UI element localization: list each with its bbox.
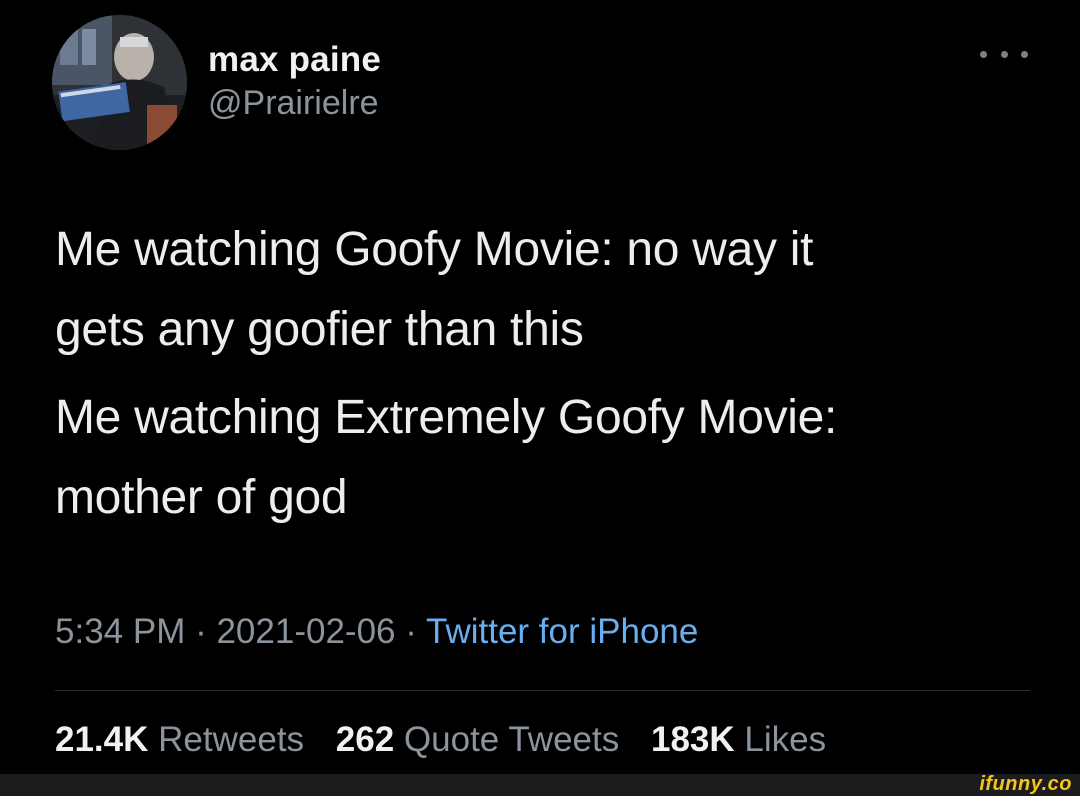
meta-separator: ·	[185, 612, 217, 651]
avatar-photo	[52, 15, 187, 150]
display-name[interactable]: max paine	[208, 40, 381, 80]
ifunny-watermark: ifunny.co	[979, 773, 1072, 795]
more-dot-icon	[1000, 50, 1008, 58]
tweet-time[interactable]: 5:34 PM	[55, 612, 185, 651]
tweet-line: Me watching Extremely Goofy Movie:	[55, 391, 838, 444]
tweet-meta: 5:34 PM · 2021-02-06 · Twitter for iPhon…	[55, 612, 698, 652]
quote-tweets-count: 262	[335, 720, 395, 759]
avatar[interactable]	[52, 15, 187, 150]
tweet-line: mother of god	[55, 471, 348, 524]
tweet-source-link[interactable]: Twitter for iPhone	[426, 612, 698, 651]
tweet-line: gets any goofier than this	[55, 303, 584, 356]
tweet-line: Me watching Goofy Movie: no way it	[55, 223, 814, 276]
tweet-text: Me watching Goofy Movie: no way it gets …	[55, 210, 1035, 538]
user-handle[interactable]: @Prairielre	[208, 84, 379, 123]
retweets-stat[interactable]: 21.4K Retweets	[55, 720, 304, 759]
quote-tweets-label: Quote Tweets	[403, 720, 620, 759]
quote-tweets-stat[interactable]: 262 Quote Tweets	[336, 720, 619, 759]
more-options-button[interactable]	[980, 42, 1028, 66]
retweets-count: 21.4K	[55, 720, 149, 759]
more-dot-icon	[980, 50, 987, 58]
meta-separator: ·	[395, 612, 426, 651]
tweet-stats: 21.4K Retweets 262 Quote Tweets 183K Lik…	[55, 720, 848, 760]
more-dot-icon	[1021, 50, 1028, 58]
footer-bar	[0, 774, 1080, 796]
likes-stat[interactable]: 183K Likes	[651, 720, 826, 759]
divider	[55, 690, 1030, 691]
likes-count: 183K	[650, 720, 735, 759]
tweet-date[interactable]: 2021-02-06	[216, 612, 395, 651]
retweets-label: Retweets	[158, 720, 305, 759]
likes-label: Likes	[744, 720, 827, 759]
